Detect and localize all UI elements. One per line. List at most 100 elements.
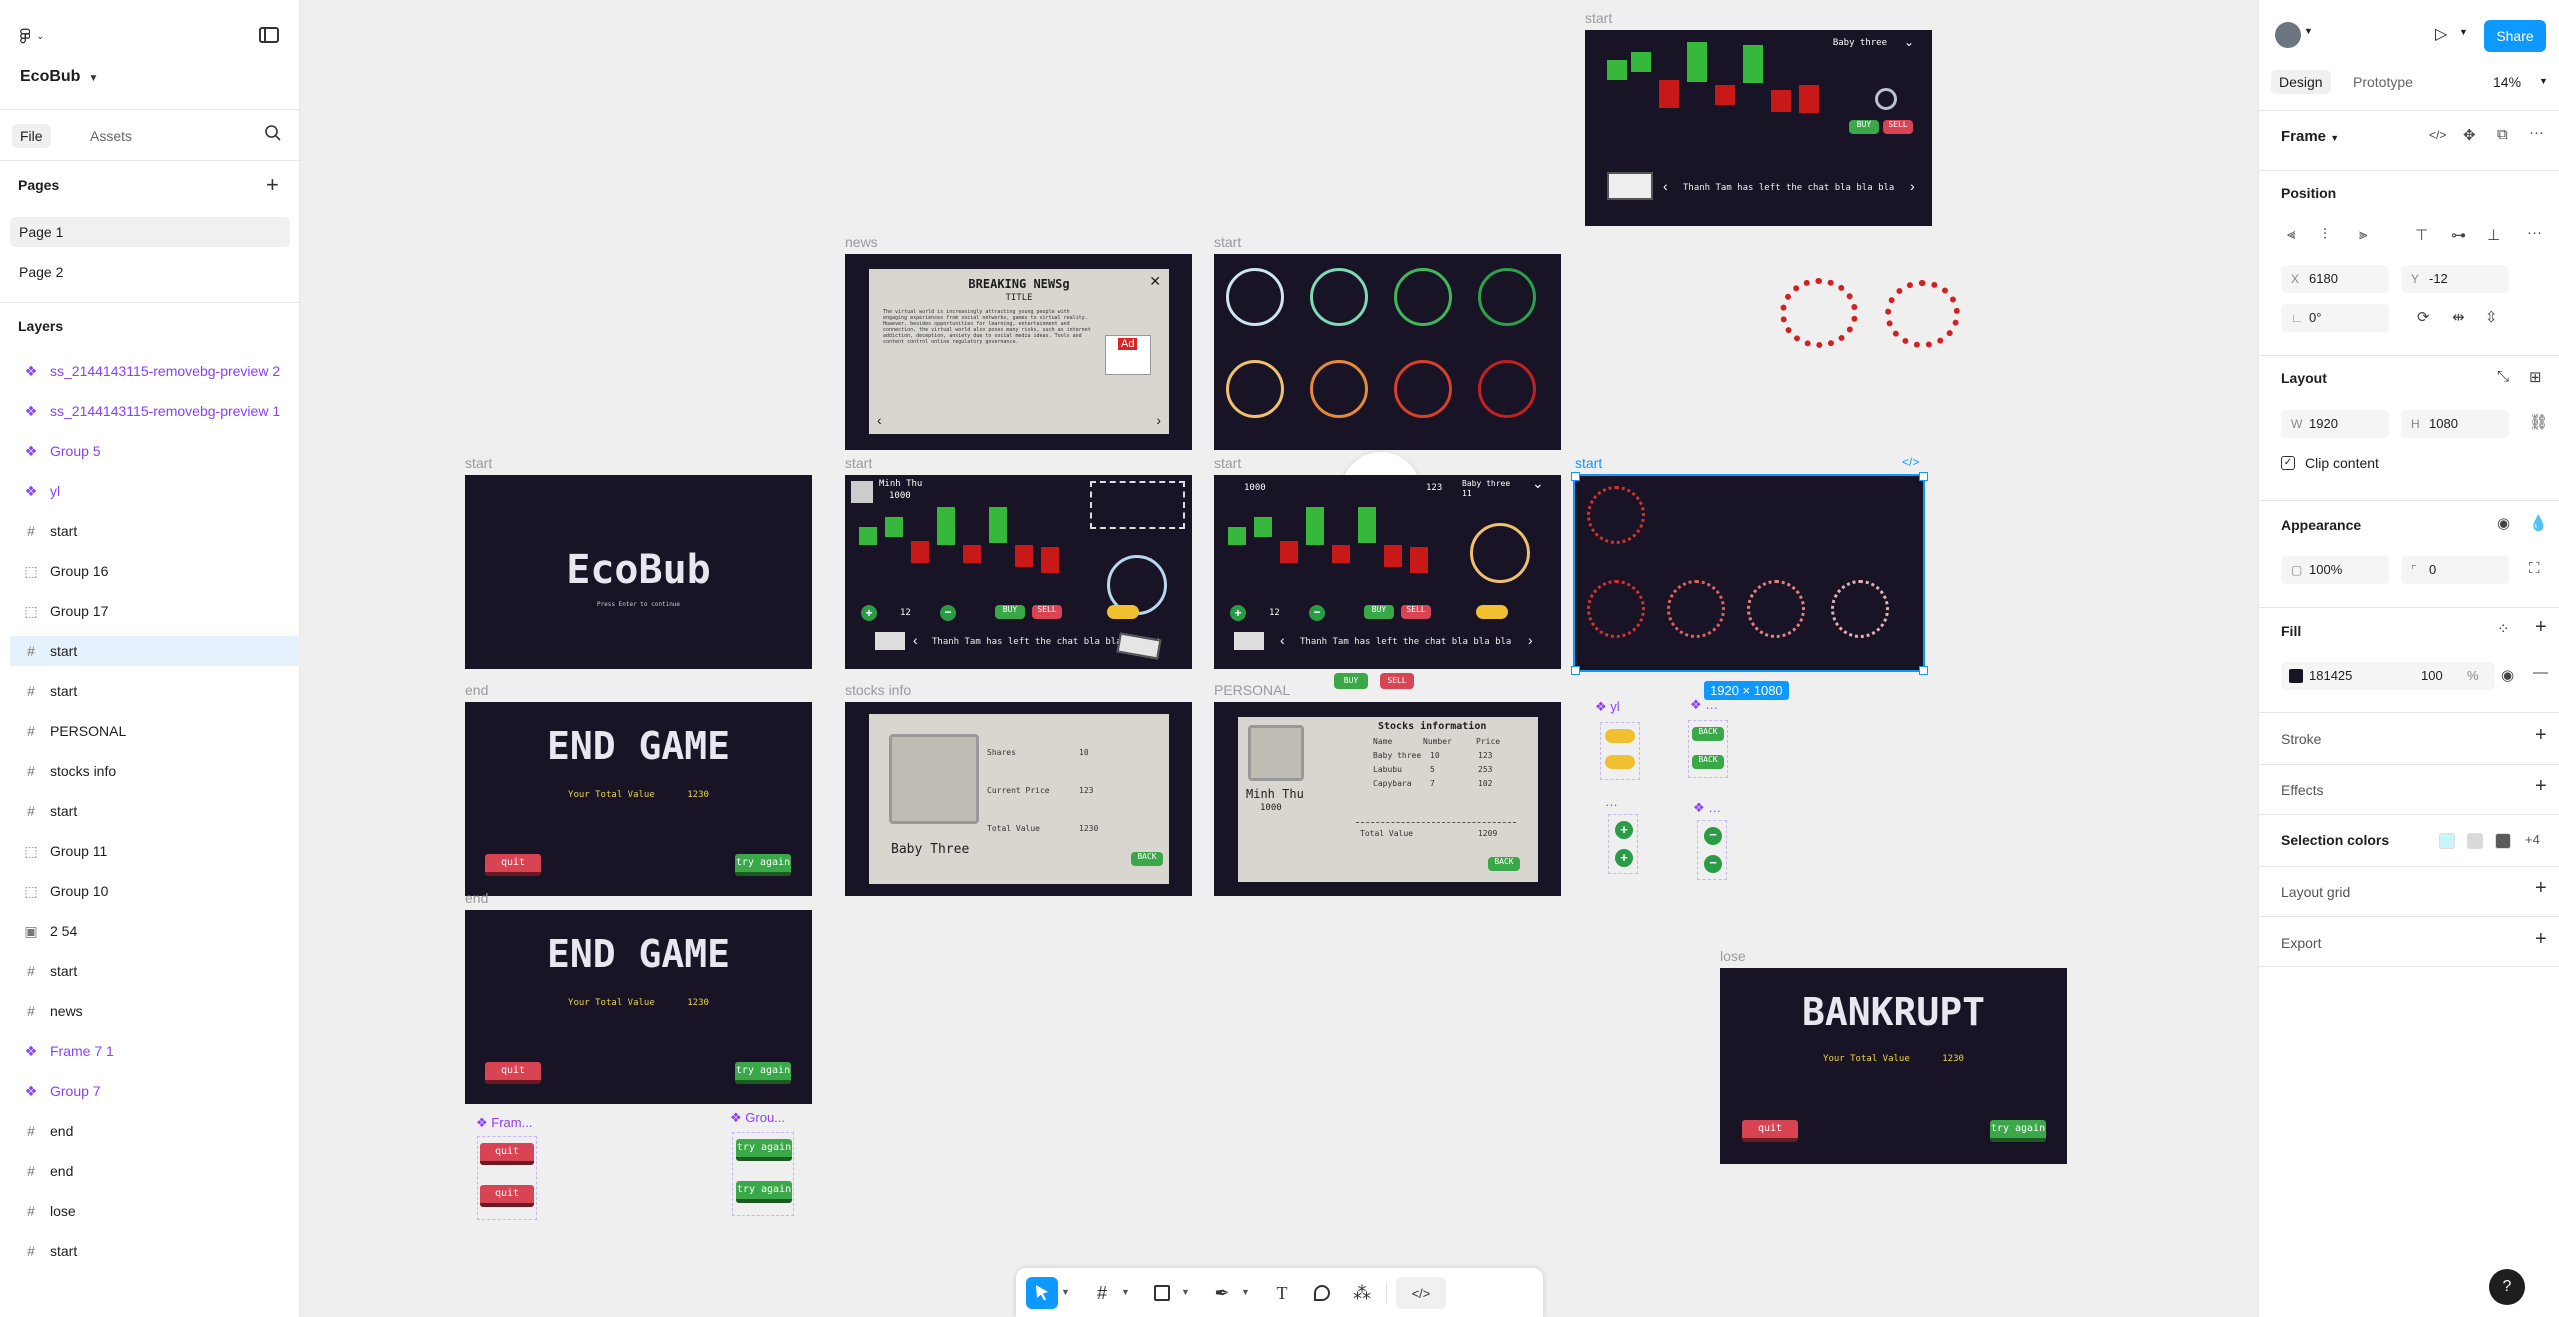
component-label[interactable]: … xyxy=(1605,794,1618,809)
layout-grid-heading[interactable]: Layout grid xyxy=(2281,884,2350,900)
tab-prototype[interactable]: Prototype xyxy=(2353,70,2413,94)
more-colors[interactable]: +4 xyxy=(2525,832,2540,847)
flip-horizontal-icon[interactable]: ⇹ xyxy=(2452,308,2465,326)
blend-mode-icon[interactable]: 💧 xyxy=(2529,514,2548,532)
resize-handle[interactable] xyxy=(1571,472,1580,481)
chevron-down-icon[interactable]: ▼ xyxy=(1061,1287,1070,1297)
page-item-2[interactable]: Page 2 xyxy=(10,257,290,287)
more-icon[interactable]: ··· xyxy=(2527,224,2542,241)
eye-icon[interactable]: ◉ xyxy=(2497,514,2510,532)
actions-tool[interactable]: ⁂ xyxy=(1346,1277,1378,1309)
buy-button[interactable]: BUY xyxy=(995,605,1025,619)
add-layout-grid-icon[interactable]: + xyxy=(2535,877,2547,900)
component-set-yl[interactable] xyxy=(1600,722,1640,780)
tab-assets[interactable]: Assets xyxy=(82,124,140,148)
layer-item[interactable]: ❖ ss_2144143115-removebg-preview 1 xyxy=(10,396,300,426)
coin-toggle-icon[interactable] xyxy=(1107,605,1139,619)
try-again-button[interactable]: try again xyxy=(735,854,791,876)
layer-item[interactable]: ❖ yl xyxy=(10,476,300,506)
align-top-icon[interactable]: ⊤ xyxy=(2415,226,2428,244)
red-bubble-sprite[interactable] xyxy=(1885,280,1960,348)
play-icon[interactable]: ▷ xyxy=(2435,24,2447,44)
chevron-down-icon[interactable]: ⌄ xyxy=(1532,475,1544,492)
frame-label[interactable]: start xyxy=(1214,455,1241,471)
corner-radius-field[interactable]: ⌜ 0 xyxy=(2401,556,2509,584)
layout-options-icon[interactable]: ⊞ xyxy=(2529,368,2542,386)
height-field[interactable]: H 1080 xyxy=(2401,410,2509,438)
frame-bubbles[interactable] xyxy=(1214,254,1561,450)
chevron-down-icon[interactable]: ▼ xyxy=(1121,1287,1130,1297)
frame-gameplay-2[interactable]: 1000 123 Baby three 11 ⌄ + 12 − BUY SELL… xyxy=(1214,475,1561,669)
layer-item[interactable]: ❖ Group 5 xyxy=(10,436,300,466)
page-item-1[interactable]: Page 1 xyxy=(10,217,290,247)
frame-stocks-info[interactable]: Baby Three Shares 10 Current Price 123 T… xyxy=(845,702,1192,896)
frame-label[interactable]: PERSONAL xyxy=(1214,682,1290,698)
component-set-plus[interactable]: + + xyxy=(1608,814,1638,874)
align-center-h-icon[interactable]: ⫶ xyxy=(2323,226,2327,243)
layer-item[interactable]: ⬚ Group 10 xyxy=(10,876,300,906)
stroke-heading[interactable]: Stroke xyxy=(2281,731,2321,747)
frame-label[interactable]: lose xyxy=(1720,948,1746,964)
frame-label[interactable]: start xyxy=(1575,455,1602,471)
remove-fill-icon[interactable]: — xyxy=(2533,664,2548,681)
zoom-level[interactable]: 14% xyxy=(2493,70,2521,94)
tab-design[interactable]: Design xyxy=(2271,70,2331,94)
frame-label[interactable]: start xyxy=(465,455,492,471)
comment-tool[interactable] xyxy=(1306,1277,1338,1309)
component-label[interactable]: ❖ yl xyxy=(1595,699,1620,715)
layer-item[interactable]: ❖ Frame 7 1 xyxy=(10,1036,300,1066)
constrain-proportions-icon[interactable]: ⛓ xyxy=(2529,413,2548,431)
color-swatch[interactable] xyxy=(2439,833,2455,849)
layer-item[interactable]: # start xyxy=(10,676,300,706)
back-button[interactable]: BACK xyxy=(1488,857,1520,871)
clip-content-checkbox[interactable]: ✓ xyxy=(2281,456,2295,470)
component-label[interactable]: ❖ Grou... xyxy=(730,1110,785,1126)
chevron-down-icon[interactable]: ▼ xyxy=(1241,1287,1250,1297)
fill-field[interactable]: 181425 100 % xyxy=(2281,662,2495,690)
text-tool[interactable]: T xyxy=(1266,1277,1298,1309)
stock-selector[interactable] xyxy=(1090,481,1185,529)
layer-item[interactable]: # end xyxy=(10,1156,300,1186)
frame-tool[interactable]: # xyxy=(1086,1277,1118,1309)
frame-type-selector[interactable]: Frame ▼ xyxy=(2281,128,2339,145)
user-avatar[interactable] xyxy=(2275,22,2301,48)
frame-end-1[interactable]: END GAME Your Total Value 1230 quit try … xyxy=(465,702,812,896)
layer-item[interactable]: # start xyxy=(10,516,300,546)
component-icon[interactable]: ✥ xyxy=(2463,126,2476,144)
layer-item[interactable]: ⬚ Group 16 xyxy=(10,556,300,586)
chevron-down-icon[interactable]: ▼ xyxy=(2304,26,2313,36)
chevron-left-icon[interactable]: ‹ xyxy=(1280,632,1285,648)
code-icon[interactable]: </> xyxy=(2429,128,2446,142)
share-button[interactable]: Share xyxy=(2484,20,2546,52)
boolean-icon[interactable]: ⧉ xyxy=(2497,126,2508,143)
resize-handle[interactable] xyxy=(1919,666,1928,675)
layer-item[interactable]: # lose xyxy=(10,1196,300,1226)
layer-item[interactable]: # news xyxy=(10,996,300,1026)
frame-label[interactable]: stocks info xyxy=(845,682,911,698)
layer-item[interactable]: ⬚ Group 17 xyxy=(10,596,300,626)
component-set-try-again[interactable]: try again try again xyxy=(732,1132,794,1216)
color-swatch[interactable] xyxy=(2467,833,2483,849)
main-menu-button[interactable]: ⌄ xyxy=(20,24,44,48)
layer-item[interactable]: ⬚ Group 11 xyxy=(10,836,300,866)
auto-layout-icon[interactable]: ⤡ xyxy=(2497,368,2509,385)
red-bubble-sprite[interactable] xyxy=(1780,278,1858,348)
component-label[interactable]: ❖ … xyxy=(1690,697,1718,713)
chevron-down-icon[interactable]: ▼ xyxy=(2539,76,2548,86)
layer-item[interactable]: ▣ 2 54 xyxy=(10,916,300,946)
frame-label[interactable]: start xyxy=(845,455,872,471)
y-field[interactable]: Y -12 xyxy=(2401,265,2509,293)
add-effect-icon[interactable]: + xyxy=(2535,775,2547,798)
export-heading[interactable]: Export xyxy=(2281,935,2321,951)
component-label[interactable]: ❖ … xyxy=(1693,800,1721,816)
sell-button[interactable]: SELL xyxy=(1401,605,1431,619)
align-center-v-icon[interactable]: ⊶ xyxy=(2451,226,2466,244)
add-stroke-icon[interactable]: + xyxy=(2535,724,2547,747)
decrease-button[interactable]: − xyxy=(940,605,956,621)
buy-button[interactable]: BUY xyxy=(1364,605,1394,619)
search-icon[interactable] xyxy=(264,124,282,142)
align-right-icon[interactable]: ⫸ xyxy=(2359,226,2367,243)
x-field[interactable]: X 6180 xyxy=(2281,265,2389,293)
sell-button[interactable]: SELL xyxy=(1883,120,1913,134)
add-page-icon[interactable]: + xyxy=(266,172,279,198)
